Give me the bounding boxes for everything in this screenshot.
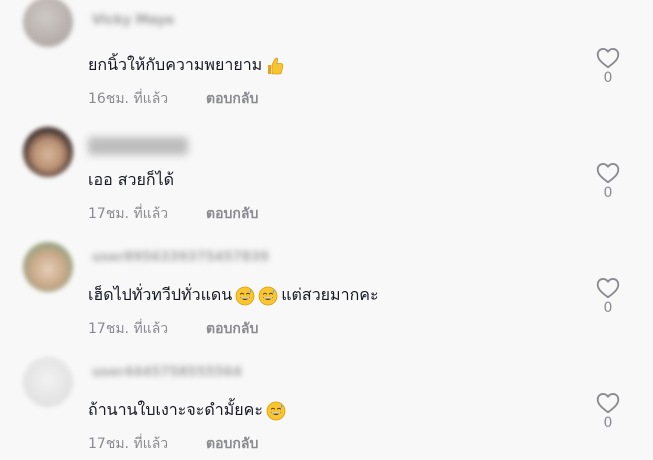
like-count: 0	[603, 70, 613, 86]
comment-list: Vicky Maye ยกนิ้วให้กับความพยายาม 16ชม. …	[0, 0, 653, 460]
username[interactable]: user8956339375457839	[92, 250, 269, 265]
comment-text-content: ถ้านานใบเงาะจะดำมั้ยคะ	[88, 400, 263, 419]
username[interactable]: user4445758555564	[92, 365, 242, 380]
grinning-sweat-face-icon	[258, 286, 278, 305]
comment-timestamp: 17ชม. ที่แล้ว	[88, 321, 169, 337]
username-redacted	[88, 137, 188, 155]
comment-timestamp: 17ชม. ที่แล้ว	[88, 436, 169, 452]
comment-text-content: แต่สวยมากคะ	[281, 285, 379, 304]
avatar[interactable]	[23, 0, 73, 47]
reply-button[interactable]: ตอบกลับ	[206, 203, 258, 225]
comment-text: เฮ็ดไปทั่วทวีปทั่วแดน แต่สวยมากคะ	[88, 283, 379, 308]
comment-text-content: เออ สวยก็ได้	[88, 170, 175, 189]
like-count: 0	[603, 300, 613, 316]
thumbs-up-icon	[268, 57, 284, 74]
comment-item: user8956339375457839 เฮ็ดไปทั่วทวีปทั่วแ…	[0, 230, 653, 345]
username[interactable]: Vicky Maye	[92, 13, 174, 28]
heart-icon[interactable]	[595, 160, 621, 186]
like-count: 0	[603, 185, 613, 201]
comment-timestamp: 16ชม. ที่แล้ว	[88, 91, 169, 107]
comment-text-content: เฮ็ดไปทั่วทวีปทั่วแดน	[88, 285, 233, 304]
comment-text-content: ยกนิ้วให้กับความพยายาม	[88, 55, 263, 74]
grinning-sweat-face-icon	[266, 401, 286, 420]
reply-button[interactable]: ตอบกลับ	[206, 318, 258, 340]
comment-text: ถ้านานใบเงาะจะดำมั้ยคะ	[88, 398, 286, 423]
comment-item: เออ สวยก็ได้ 17ชม. ที่แล้ว ตอบกลับ 0	[0, 115, 653, 230]
avatar[interactable]	[23, 127, 73, 177]
comment-text: ยกนิ้วให้กับความพยายาม	[88, 53, 285, 78]
heart-icon[interactable]	[595, 390, 621, 416]
comment-item: user4445758555564 ถ้านานใบเงาะจะดำมั้ยคะ…	[0, 345, 653, 460]
comment-item: Vicky Maye ยกนิ้วให้กับความพยายาม 16ชม. …	[0, 0, 653, 115]
comment-text: เออ สวยก็ได้	[88, 168, 174, 193]
reply-button[interactable]: ตอบกลับ	[206, 433, 258, 455]
like-count: 0	[603, 415, 613, 431]
avatar[interactable]	[23, 242, 73, 292]
comment-timestamp: 17ชม. ที่แล้ว	[88, 206, 169, 222]
avatar[interactable]	[23, 357, 73, 407]
heart-icon[interactable]	[595, 275, 621, 301]
reply-button[interactable]: ตอบกลับ	[206, 88, 258, 110]
heart-icon[interactable]	[595, 45, 621, 71]
grinning-sweat-face-icon	[235, 286, 255, 305]
